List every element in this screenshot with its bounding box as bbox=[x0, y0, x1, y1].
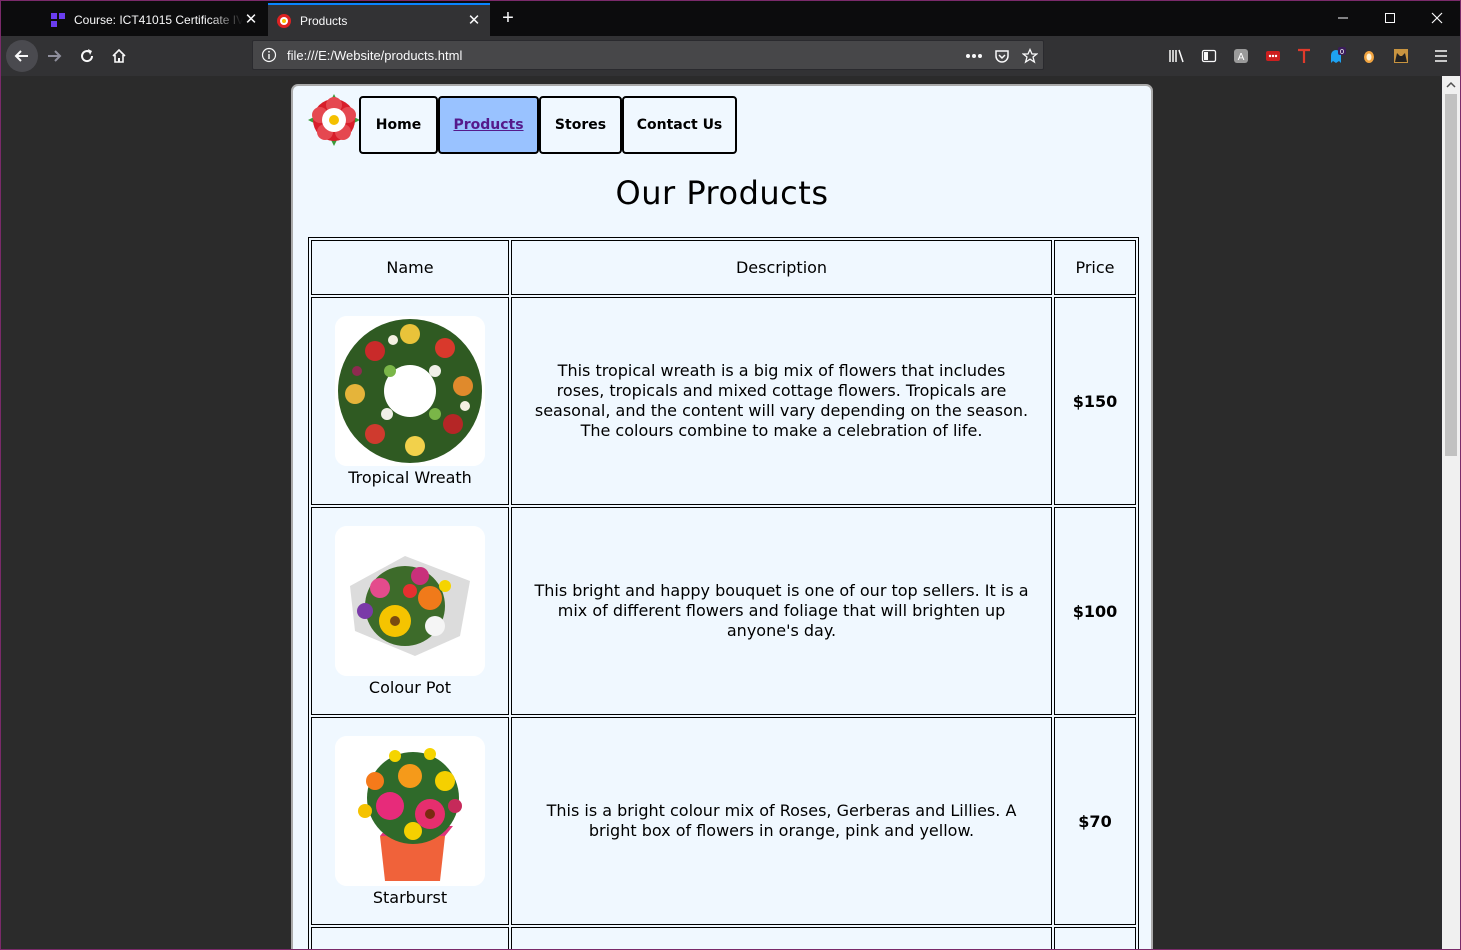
tab-products[interactable]: Products ✕ bbox=[268, 3, 490, 36]
extension-ghostery-icon[interactable]: 0 bbox=[1328, 47, 1346, 65]
tab-close-icon[interactable]: ✕ bbox=[466, 12, 482, 29]
scroll-up-arrow-icon[interactable] bbox=[1446, 80, 1456, 90]
price-cell: $150 bbox=[1054, 297, 1136, 505]
tab-strip: Course: ICT41015 Certificate IV ✕ Produc… bbox=[0, 0, 1461, 36]
reload-icon[interactable] bbox=[71, 40, 103, 72]
description-cell: This tropical wreath is a big mix of flo… bbox=[511, 297, 1052, 505]
bookmark-star-icon[interactable] bbox=[1021, 47, 1039, 65]
library-icon[interactable] bbox=[1168, 47, 1186, 65]
starburst-image[interactable] bbox=[335, 735, 485, 886]
rose-logo-icon[interactable] bbox=[308, 94, 360, 146]
svg-text:A: A bbox=[1238, 52, 1245, 63]
product-name: Starburst bbox=[372, 887, 448, 907]
pocket-icon[interactable] bbox=[993, 47, 1011, 65]
close-window-icon[interactable] bbox=[1425, 8, 1449, 28]
vertical-scrollbar[interactable] bbox=[1442, 76, 1460, 950]
product-description: This bright and happy bouquet is one of … bbox=[534, 581, 1029, 640]
tab-title: Products bbox=[300, 13, 348, 28]
product-name: Colour Pot bbox=[368, 677, 452, 697]
nav-home[interactable]: Home bbox=[359, 96, 438, 154]
product-description: This is a bright colour mix of Roses, Ge… bbox=[546, 801, 1017, 840]
nav-stores[interactable]: Stores bbox=[539, 96, 622, 154]
forward-icon[interactable] bbox=[38, 40, 70, 72]
url-bar[interactable]: file:///E:/Website/products.html bbox=[252, 40, 1044, 70]
extension-password-icon[interactable] bbox=[1264, 47, 1282, 65]
page-actions-icon[interactable] bbox=[965, 47, 983, 65]
tab-close-icon[interactable]: ✕ bbox=[243, 11, 259, 28]
table-header-row: Name Description Price bbox=[311, 240, 1136, 295]
product-name: Tropical Wreath bbox=[348, 467, 472, 487]
page-viewport: Home Products Stores Contact Us Our Prod… bbox=[1, 76, 1441, 950]
rose-favicon-icon bbox=[277, 13, 291, 28]
page-container: Home Products Stores Contact Us Our Prod… bbox=[291, 84, 1153, 950]
price-cell: $100 bbox=[1054, 507, 1136, 715]
course-favicon-icon bbox=[51, 12, 65, 27]
home-icon[interactable] bbox=[103, 40, 135, 72]
nav-products[interactable]: Products bbox=[438, 96, 539, 154]
back-icon[interactable] bbox=[6, 40, 38, 72]
table-row bbox=[311, 927, 1136, 950]
extension-t-icon[interactable] bbox=[1295, 47, 1313, 65]
product-price: $70 bbox=[1078, 811, 1112, 831]
table-row: Starburst This is a bright colour mix of… bbox=[311, 717, 1136, 925]
product-cell: Colour Pot bbox=[311, 507, 509, 715]
product-cell: Tropical Wreath bbox=[311, 297, 509, 505]
scrollbar-thumb[interactable] bbox=[1445, 94, 1457, 456]
new-tab-icon[interactable]: + bbox=[498, 8, 518, 28]
description-cell bbox=[511, 927, 1052, 950]
nav-contact-us[interactable]: Contact Us bbox=[622, 96, 737, 154]
price-cell bbox=[1054, 927, 1136, 950]
price-cell: $70 bbox=[1054, 717, 1136, 925]
url-text[interactable]: file:///E:/Website/products.html bbox=[287, 48, 462, 63]
extension-translate-icon[interactable]: A bbox=[1232, 47, 1250, 65]
product-price: $150 bbox=[1072, 391, 1118, 411]
extension-orange-icon[interactable] bbox=[1360, 47, 1378, 65]
table-row: Tropical Wreath This tropical wreath is … bbox=[311, 297, 1136, 505]
sidebar-icon[interactable] bbox=[1200, 47, 1218, 65]
header-name: Name bbox=[311, 240, 509, 295]
product-description: This tropical wreath is a big mix of flo… bbox=[534, 361, 1029, 440]
minimize-icon[interactable] bbox=[1331, 8, 1355, 28]
maximize-icon[interactable] bbox=[1378, 8, 1402, 28]
svg-text:0: 0 bbox=[1340, 48, 1344, 56]
products-table: Name Description Price Tropical Wreath T… bbox=[308, 237, 1139, 950]
header-description: Description bbox=[511, 240, 1052, 295]
page-title: Our Products bbox=[615, 174, 829, 212]
info-icon[interactable] bbox=[261, 47, 277, 63]
navigation-toolbar: file:///E:/Website/products.html A 0 bbox=[0, 36, 1461, 76]
table-row: Colour Pot This bright and happy bouquet… bbox=[311, 507, 1136, 715]
tab-title: Course: ICT41015 Certificate IV bbox=[74, 12, 243, 27]
product-price: $100 bbox=[1072, 601, 1118, 621]
extension-cat-icon[interactable] bbox=[1392, 47, 1410, 65]
wreath-image[interactable] bbox=[335, 315, 485, 466]
bouquet-image[interactable] bbox=[335, 525, 485, 676]
tab-course[interactable]: Course: ICT41015 Certificate IV ✕ bbox=[42, 3, 267, 36]
menu-hamburger-icon[interactable] bbox=[1432, 47, 1450, 65]
description-cell: This bright and happy bouquet is one of … bbox=[511, 507, 1052, 715]
header-price: Price bbox=[1054, 240, 1136, 295]
product-cell: Starburst bbox=[311, 717, 509, 925]
product-cell bbox=[311, 927, 509, 950]
description-cell: This is a bright colour mix of Roses, Ge… bbox=[511, 717, 1052, 925]
